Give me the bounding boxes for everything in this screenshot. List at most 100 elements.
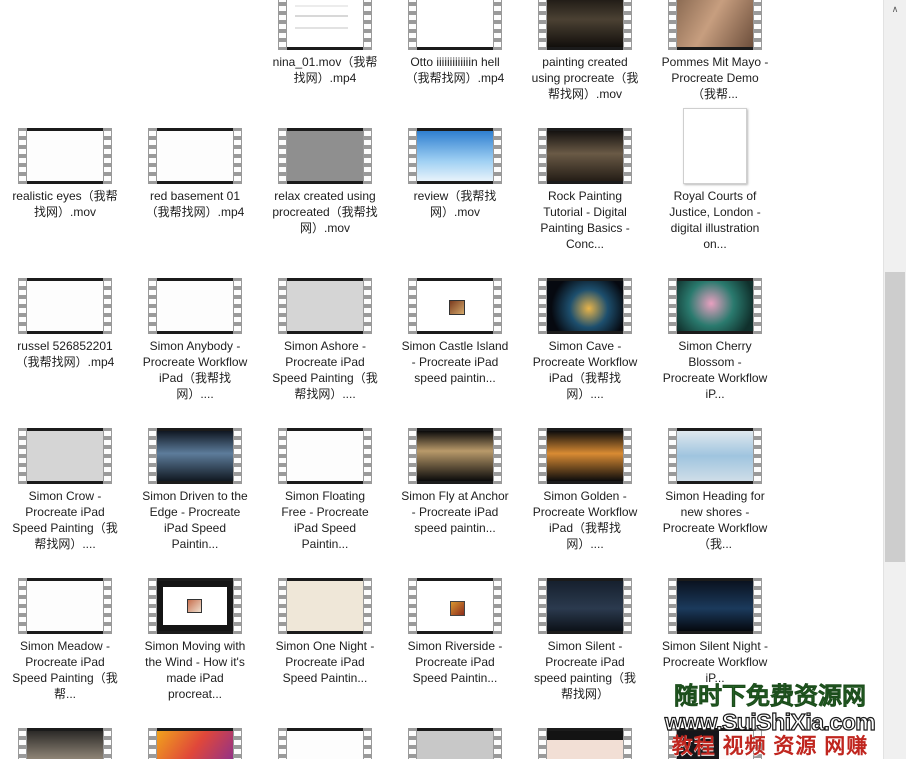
file-item[interactable]: Simon Floating Free - Procreate iPad Spe… — [270, 408, 380, 552]
image-file-icon — [683, 108, 747, 184]
file-thumbnail — [18, 560, 112, 634]
film-perforation-strip — [753, 0, 762, 50]
file-grid: 我帮找网）.mp4网）.mp4网）.mp4我帮找网）.mp4Winter Nig… — [0, 0, 883, 759]
video-file-icon — [148, 128, 242, 184]
file-item[interactable]: Simon Golden - Procreate Workflow iPad（我… — [530, 408, 640, 552]
film-perforation-strip — [278, 578, 287, 634]
file-item[interactable]: painting created using procreate（我帮找网）.m… — [530, 0, 640, 102]
file-name-label: nina_01.mov（我帮找网）.mp4 — [272, 55, 378, 85]
thumbnail-image — [287, 431, 363, 481]
film-screen — [157, 428, 233, 484]
file-item[interactable]: Simon Ashore - Procreate iPad Speed Pain… — [270, 258, 380, 402]
film-perforation-strip — [18, 578, 27, 634]
file-thumbnail — [668, 0, 762, 50]
film-perforation-strip — [278, 728, 287, 759]
film-screen — [417, 728, 493, 759]
film-perforation-strip — [623, 428, 632, 484]
thumbnail-image — [417, 731, 493, 759]
file-item[interactable]: smokers（我帮找网）.mp4 — [270, 708, 380, 759]
file-item[interactable]: Smoking Man Painting- Apple Pencil, iPad… — [400, 708, 510, 759]
file-name-label: Simon Floating Free - Procreate iPad Spe… — [281, 489, 373, 551]
file-name-label: Simon Golden - Procreate Workflow iPad（我… — [532, 489, 641, 551]
film-screen — [287, 728, 363, 759]
file-thumbnail — [538, 410, 632, 484]
film-perforation-strip — [103, 128, 112, 184]
file-thumbnail — [148, 410, 242, 484]
video-file-icon — [408, 578, 502, 634]
film-perforation-strip — [18, 728, 27, 759]
film-perforation-strip — [103, 728, 112, 759]
film-perforation-strip — [753, 428, 762, 484]
file-item[interactable] — [140, 0, 250, 96]
video-file-icon — [538, 278, 632, 334]
file-thumbnail — [278, 710, 372, 759]
file-item[interactable]: Simon Meadow - Procreate iPad Speed Pain… — [10, 558, 120, 702]
thumbnail-image — [677, 431, 753, 481]
file-item[interactable]: red basement 01（我帮找网）.mp4 — [140, 108, 250, 252]
scrollbar-thumb[interactable] — [885, 272, 905, 562]
film-perforation-strip — [538, 578, 547, 634]
file-item[interactable] — [10, 0, 120, 96]
file-item[interactable]: Simon Cherry Blossom - Procreate Workflo… — [660, 258, 770, 402]
video-file-icon — [148, 578, 242, 634]
film-screen — [417, 128, 493, 184]
file-thumbnail — [408, 710, 502, 759]
file-item[interactable]: Simon Silent Night - Procreate Workflow … — [660, 558, 770, 702]
file-item[interactable] — [660, 708, 770, 759]
file-item[interactable]: review（我帮找网）.mov — [400, 108, 510, 252]
file-thumbnail — [668, 710, 762, 759]
video-file-icon — [278, 728, 372, 759]
thumbnail-image — [287, 731, 363, 759]
file-thumbnail — [278, 110, 372, 184]
scroll-up-arrow-icon[interactable]: ∧ — [884, 0, 906, 18]
file-grid-viewport[interactable]: 我帮找网）.mp4网）.mp4网）.mp4我帮找网）.mp4Winter Nig… — [0, 0, 883, 759]
file-item[interactable] — [530, 708, 640, 759]
film-perforation-strip — [408, 128, 417, 184]
file-name-label: Simon Silent Night - Procreate Workflow … — [661, 639, 772, 685]
file-item[interactable]: Simon Cave - Procreate Workflow iPad（我帮找… — [530, 258, 640, 402]
film-screen — [27, 278, 103, 334]
file-name-label: Simon Anybody - Procreate Workflow iPad（… — [142, 339, 251, 401]
file-name-label: Simon Riverside - Procreate iPad Speed P… — [407, 639, 506, 685]
film-perforation-strip — [493, 428, 502, 484]
video-file-icon — [278, 278, 372, 334]
file-item[interactable]: russel 526852201（我帮找网）.mp4 — [10, 258, 120, 402]
file-item[interactable]: Simon Fly at Anchor - Procreate iPad spe… — [400, 408, 510, 552]
file-item[interactable]: Simon Anybody - Procreate Workflow iPad（… — [140, 258, 250, 402]
file-item[interactable]: nina_01.mov（我帮找网）.mp4 — [270, 0, 380, 102]
file-item[interactable]: Simon Driven to the Edge - Procreate iPa… — [140, 408, 250, 552]
film-screen — [287, 428, 363, 484]
file-item[interactable]: Simon Crow - Procreate iPad Speed Painti… — [10, 408, 120, 552]
file-item[interactable]: Pommes Mit Mayo - Procreate Demo（我帮... — [660, 0, 770, 102]
file-item[interactable]: Royal Courts of Justice, London - digita… — [660, 108, 770, 252]
file-item[interactable]: Simon Moving with the Wind - How it's ma… — [140, 558, 250, 702]
film-perforation-strip — [363, 428, 372, 484]
file-item[interactable]: relax created using procreated（我帮找网）.mov — [270, 108, 380, 252]
file-item[interactable]: realistic eyes（我帮找网）.mov — [10, 108, 120, 252]
file-item[interactable]: Simon Riverside - Procreate iPad Speed P… — [400, 558, 510, 702]
film-perforation-strip — [148, 128, 157, 184]
file-item[interactable]: Simon Silent - Procreate iPad speed pain… — [530, 558, 640, 702]
film-screen — [287, 128, 363, 184]
file-name-label: painting created using procreate（我帮找网）.m… — [531, 55, 639, 101]
file-item[interactable]: SketchBLEAARRGH!! - Procreate Demo（我帮... — [140, 708, 250, 759]
video-file-icon — [668, 728, 762, 759]
file-item[interactable]: Simon One Night - Procreate iPad Speed P… — [270, 558, 380, 702]
file-item[interactable]: SimonaWaiting to Fly - Procreate iPad Sp… — [10, 708, 120, 759]
film-perforation-strip — [668, 0, 677, 50]
video-file-icon — [18, 578, 112, 634]
thumbnail-image — [157, 131, 233, 181]
file-item[interactable]: Otto iiiiiiiiiiiiin hell（我帮找网）.mp4 — [400, 0, 510, 102]
file-thumbnail — [668, 410, 762, 484]
video-file-icon — [668, 278, 762, 334]
file-name-label: Simon Driven to the Edge - Procreate iPa… — [142, 489, 252, 551]
film-perforation-strip — [753, 278, 762, 334]
vertical-scrollbar[interactable]: ∧ — [883, 0, 906, 759]
video-file-icon — [538, 428, 632, 484]
file-item[interactable]: Rock Painting Tutorial - Digital Paintin… — [530, 108, 640, 252]
film-perforation-strip — [623, 0, 632, 50]
file-item[interactable]: Simon Heading for new shores - Procreate… — [660, 408, 770, 552]
file-item[interactable]: Simon Castle Island - Procreate iPad spe… — [400, 258, 510, 402]
thumbnail-image — [677, 0, 753, 47]
thumbnail-image — [417, 581, 493, 631]
